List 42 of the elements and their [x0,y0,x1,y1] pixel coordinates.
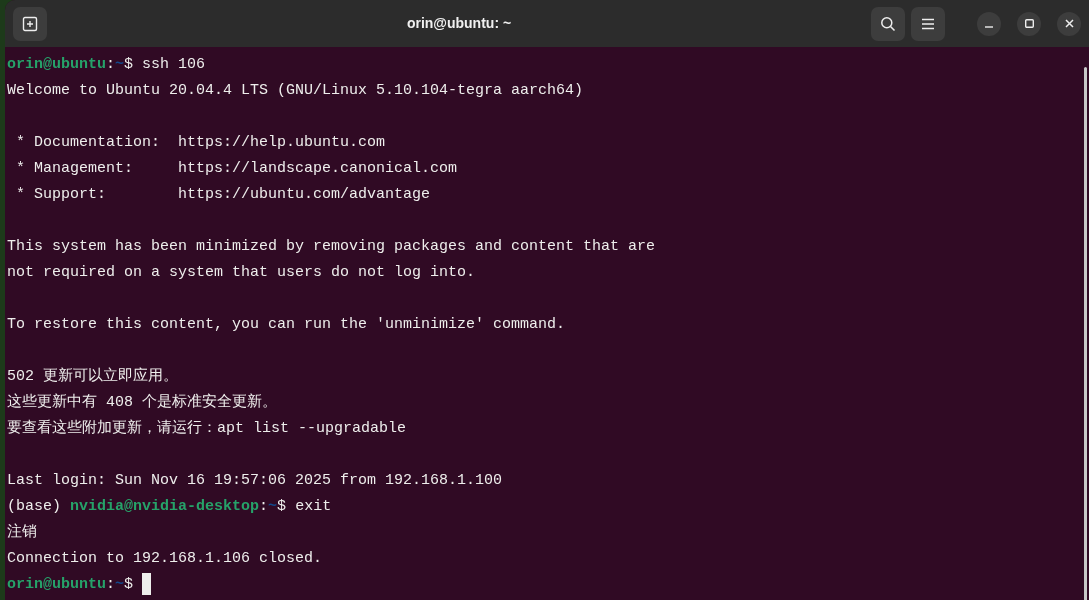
output-line: * Support: https://ubuntu.com/advantage [15,186,431,203]
close-button[interactable] [1057,11,1081,36]
prompt-separator: : [106,56,116,73]
prompt-separator: : [106,576,116,593]
env-prefix: (base) [7,498,61,515]
window-title: orin@ubuntu: ~ [406,14,512,33]
output-line: Connection to 192.168.1.106 closed. [7,550,323,567]
search-icon [880,15,896,32]
output-line: This system has been minimized by removing packages and content that are [7,238,656,255]
prompt-symbol: $ [124,576,134,593]
search-button[interactable] [871,6,905,41]
new-tab-icon [22,15,38,32]
scrollbar[interactable] [1084,67,1087,600]
new-tab-button[interactable] [13,6,47,41]
output-line: Last login: Sun Nov 16 19:57:06 2025 from 192.168.1.100 [7,472,503,489]
output-line: * Documentation: https://help.ubuntu.com [15,134,386,151]
prompt-separator: : [259,498,269,515]
prompt-symbol: $ [124,56,134,73]
minimize-icon [985,25,993,28]
output-line: not required on a system that users do not log into. [7,264,476,281]
close-icon [1064,19,1074,28]
output-line: 502 更新可以立即应用。 [7,368,178,385]
prompt-path: ~ [268,498,278,515]
prompt-user: orin@ubuntu [7,576,107,593]
output-line: To restore this content, you can run the 'unminimize' command. [7,316,566,333]
output-line: * Management: https://landscape.canonical.com [15,160,458,177]
maximize-button[interactable] [1017,11,1041,36]
command-text: exit [295,498,332,515]
menu-icon [921,17,935,30]
maximize-icon [1024,19,1034,28]
prompt-path: ~ [115,576,125,593]
prompt-symbol: $ [277,498,287,515]
prompt-path: ~ [115,56,125,73]
minimize-button[interactable] [977,11,1001,36]
prompt-user: nvidia@nvidia-desktop [70,498,260,515]
output-line: Welcome to Ubuntu 20.04.4 LTS (GNU/Linux 5.10.104-tegra aarch64) [7,82,584,99]
output-line: 要查看这些附加更新，请运行：apt list --upgradable [7,420,407,437]
command-text: ssh 106 [142,56,206,73]
prompt-user: orin@ubuntu [7,56,107,73]
menu-button[interactable] [911,6,945,41]
output-line: 这些更新中有 408 个是标准安全更新。 [7,394,277,411]
output-line: 注销 [7,524,37,541]
